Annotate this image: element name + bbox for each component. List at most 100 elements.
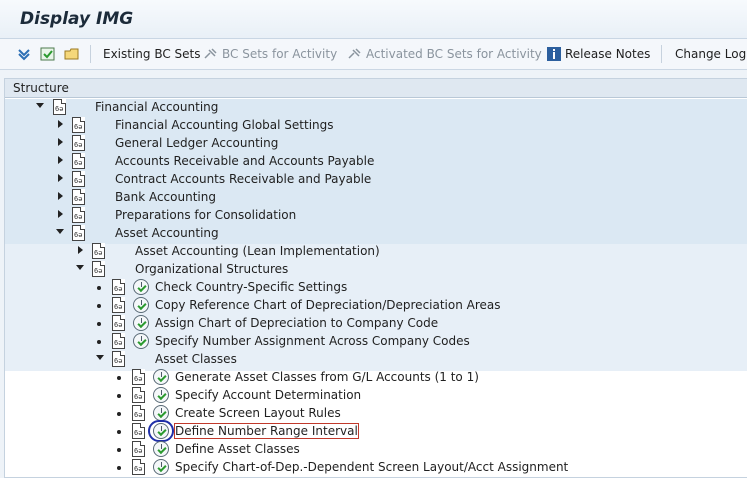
expand-all-button[interactable] — [16, 45, 35, 63]
bullet-icon — [117, 412, 121, 416]
document-icon: 6ǝ — [132, 405, 145, 421]
release-notes-label: Release Notes — [565, 47, 651, 61]
tree-node-label: Define Number Range Interval — [174, 423, 359, 439]
execute-activity-icon[interactable] — [133, 333, 149, 349]
document-icon: 6ǝ — [72, 171, 85, 187]
tree-node-label: Organizational Structures — [135, 262, 289, 276]
toolbar-separator — [661, 45, 662, 63]
expand-icon[interactable] — [96, 355, 104, 360]
tree-node-label: Preparations for Consolidation — [115, 208, 297, 222]
tree-node-label: Check Country-Specific Settings — [155, 280, 348, 294]
document-icon: 6ǝ — [72, 117, 85, 133]
tree-node-label: Contract Accounts Receivable and Payable — [115, 172, 372, 186]
collapse-icon[interactable] — [58, 120, 63, 128]
bc-sets-for-activity-button[interactable]: BC Sets for Activity — [203, 45, 337, 63]
execute-activity-icon[interactable] — [153, 459, 169, 475]
bullet-icon — [117, 394, 121, 398]
expand-icon[interactable] — [36, 103, 44, 108]
tree-node-financial-accounting[interactable]: 6ǝ Financial Accounting — [5, 99, 747, 117]
folder-icon — [64, 48, 79, 60]
tree-node-label: Asset Accounting (Lean Implementation) — [135, 244, 380, 258]
tree-node-screen-layout-rules[interactable]: 6ǝ Create Screen Layout Rules — [5, 405, 747, 423]
bc-sets-for-activity-label: BC Sets for Activity — [222, 47, 338, 61]
execute-activity-icon[interactable] — [133, 315, 149, 331]
toolbar-separator — [90, 45, 91, 63]
tree-node-number-assignment[interactable]: 6ǝ Specify Number Assignment Across Comp… — [5, 333, 747, 351]
tree-node-label: Define Asset Classes — [175, 442, 300, 456]
collapse-icon[interactable] — [58, 174, 63, 182]
highlight-circle — [148, 420, 174, 442]
img-structure-tree: Structure 6ǝ Financial Accounting 6ǝ Fin… — [4, 78, 747, 478]
tree-node-label: Asset Accounting — [115, 226, 219, 240]
execute-activity-icon[interactable] — [153, 405, 169, 421]
tree-node-label: Generate Asset Classes from G/L Accounts… — [175, 370, 479, 384]
collapse-icon[interactable] — [58, 156, 63, 164]
document-icon: 6ǝ — [72, 189, 85, 205]
tree-node-define-asset-classes[interactable]: 6ǝ Define Asset Classes — [5, 441, 747, 459]
change-log-label: Change Log — [675, 47, 747, 61]
document-icon: 6ǝ — [72, 153, 85, 169]
tree-node-account-determination[interactable]: 6ǝ Specify Account Determination — [5, 387, 747, 405]
tree-node-label: Copy Reference Chart of Depreciation/Dep… — [155, 298, 501, 312]
tree-node-asset-accounting[interactable]: 6ǝ Asset Accounting — [5, 225, 747, 243]
bullet-icon — [97, 322, 101, 326]
collapse-icon[interactable] — [58, 192, 63, 200]
tree-node-bank-accounting[interactable]: 6ǝ Bank Accounting — [5, 189, 747, 207]
tree-node-label: Create Screen Layout Rules — [175, 406, 341, 420]
tree-node-label: Bank Accounting — [115, 190, 216, 204]
change-log-button[interactable]: Change Log — [675, 45, 746, 63]
tree-node-asset-accounting-lean[interactable]: 6ǝ Asset Accounting (Lean Implementation… — [5, 243, 747, 261]
collapse-icon[interactable] — [78, 246, 83, 254]
expand-icon[interactable] — [76, 265, 84, 270]
document-icon: 6ǝ — [132, 441, 145, 457]
tree-node-check-country-settings[interactable]: 6ǝ Check Country-Specific Settings — [5, 279, 747, 297]
tree-node-contract-accounts[interactable]: 6ǝ Contract Accounts Receivable and Paya… — [5, 171, 747, 189]
release-notes-button[interactable]: Release Notes — [546, 45, 650, 63]
document-icon: 6ǝ — [72, 207, 85, 223]
tree-node-copy-reference-chart[interactable]: 6ǝ Copy Reference Chart of Depreciation/… — [5, 297, 747, 315]
document-icon: 6ǝ — [132, 387, 145, 403]
bullet-icon — [117, 466, 121, 470]
expand-all-icon — [18, 49, 30, 61]
tree-node-asset-classes[interactable]: 6ǝ Asset Classes — [5, 351, 747, 369]
tree-node-chart-dep-screen-layout[interactable]: 6ǝ Specify Chart-of-Dep.-Dependent Scree… — [5, 459, 747, 477]
execute-activity-icon[interactable] — [133, 279, 149, 295]
existing-bc-sets-label: Existing BC Sets — [103, 47, 201, 61]
tree-node-number-range-interval[interactable]: 6ǝ Define Number Range Interval — [5, 420, 747, 442]
document-icon: 6ǝ — [132, 459, 145, 475]
tree-node-organizational-structures[interactable]: 6ǝ Organizational Structures — [5, 261, 747, 279]
activated-bc-sets-label: Activated BC Sets for Activity — [366, 47, 542, 61]
document-icon: 6ǝ — [53, 99, 66, 115]
tree-node-label: Financial Accounting — [95, 100, 219, 114]
activated-bc-sets-icon — [348, 48, 361, 59]
bullet-icon — [97, 340, 101, 344]
collapse-icon[interactable] — [58, 210, 63, 218]
expand-icon[interactable] — [56, 229, 64, 234]
tree-node-preparations-consolidation[interactable]: 6ǝ Preparations for Consolidation — [5, 207, 747, 225]
tree-node-ar-ap[interactable]: 6ǝ Accounts Receivable and Accounts Paya… — [5, 153, 747, 171]
document-icon: 6ǝ — [112, 279, 125, 295]
execute-activity-icon[interactable] — [153, 441, 169, 457]
tree-node-assign-chart-company-code[interactable]: 6ǝ Assign Chart of Depreciation to Compa… — [5, 315, 747, 333]
activated-bc-sets-button[interactable]: Activated BC Sets for Activity — [347, 45, 542, 63]
tree-node-fi-global-settings[interactable]: 6ǝ Financial Accounting Global Settings — [5, 117, 747, 135]
page-title: Display IMG — [20, 9, 134, 29]
folder-button[interactable] — [64, 45, 83, 63]
info-icon — [547, 47, 561, 61]
execute-activity-icon[interactable] — [133, 297, 149, 313]
application-toolbar: Existing BC Sets BC Sets for Activity Ac… — [0, 39, 747, 70]
tree-node-label: Specify Chart-of-Dep.-Dependent Screen L… — [175, 460, 569, 474]
tree-node-general-ledger[interactable]: 6ǝ General Ledger Accounting — [5, 135, 747, 153]
bullet-icon — [117, 430, 121, 434]
execute-activity-icon[interactable] — [153, 369, 169, 385]
existing-bc-sets-button[interactable]: Existing BC Sets — [103, 45, 201, 63]
execute-button[interactable] — [40, 45, 59, 63]
tree-node-generate-asset-classes[interactable]: 6ǝ Generate Asset Classes from G/L Accou… — [5, 369, 747, 387]
bullet-icon — [97, 304, 101, 308]
collapse-icon[interactable] — [58, 138, 63, 146]
document-icon: 6ǝ — [72, 225, 85, 241]
tree-node-label: Accounts Receivable and Accounts Payable — [115, 154, 375, 168]
execute-activity-icon[interactable] — [153, 387, 169, 403]
bullet-icon — [117, 448, 121, 452]
tree-node-label: General Ledger Accounting — [115, 136, 279, 150]
